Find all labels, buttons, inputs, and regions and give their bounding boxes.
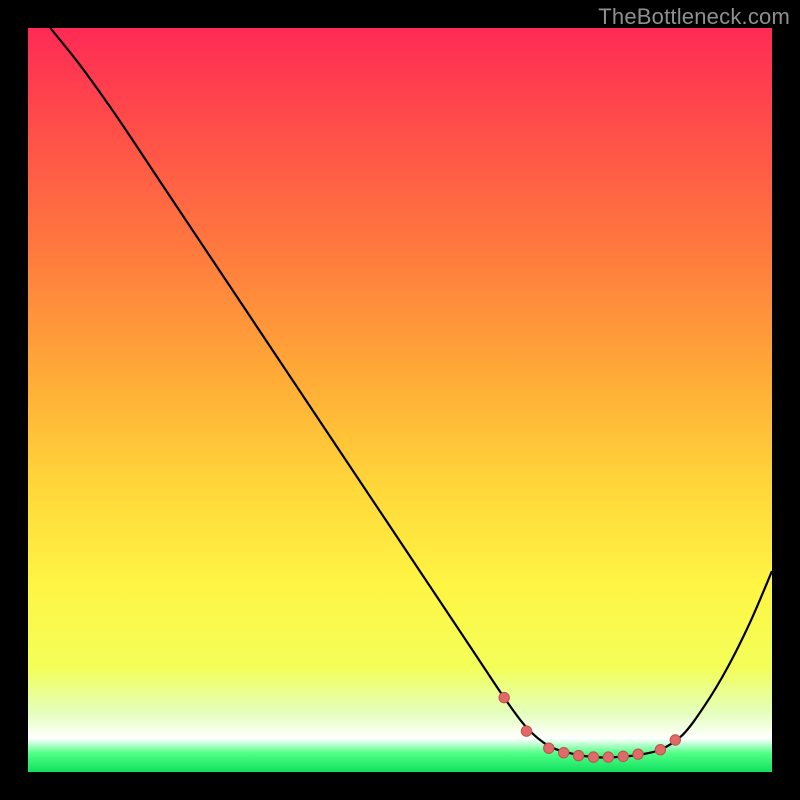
marker-dot bbox=[521, 726, 531, 736]
marker-dot bbox=[655, 744, 665, 754]
chart-svg bbox=[28, 28, 772, 772]
marker-dot bbox=[499, 692, 509, 702]
marker-dot bbox=[603, 752, 613, 762]
watermark-text: TheBottleneck.com bbox=[598, 4, 790, 30]
plot-area bbox=[28, 28, 772, 772]
marker-dot bbox=[588, 752, 598, 762]
marker-dot bbox=[558, 747, 568, 757]
marker-dot bbox=[618, 751, 628, 761]
marker-dot bbox=[633, 749, 643, 759]
chart-container: { "watermark": "TheBottleneck.com", "col… bbox=[0, 0, 800, 800]
gradient-background bbox=[28, 28, 772, 772]
marker-dot bbox=[544, 743, 554, 753]
marker-dot bbox=[573, 750, 583, 760]
marker-dot bbox=[670, 735, 680, 745]
